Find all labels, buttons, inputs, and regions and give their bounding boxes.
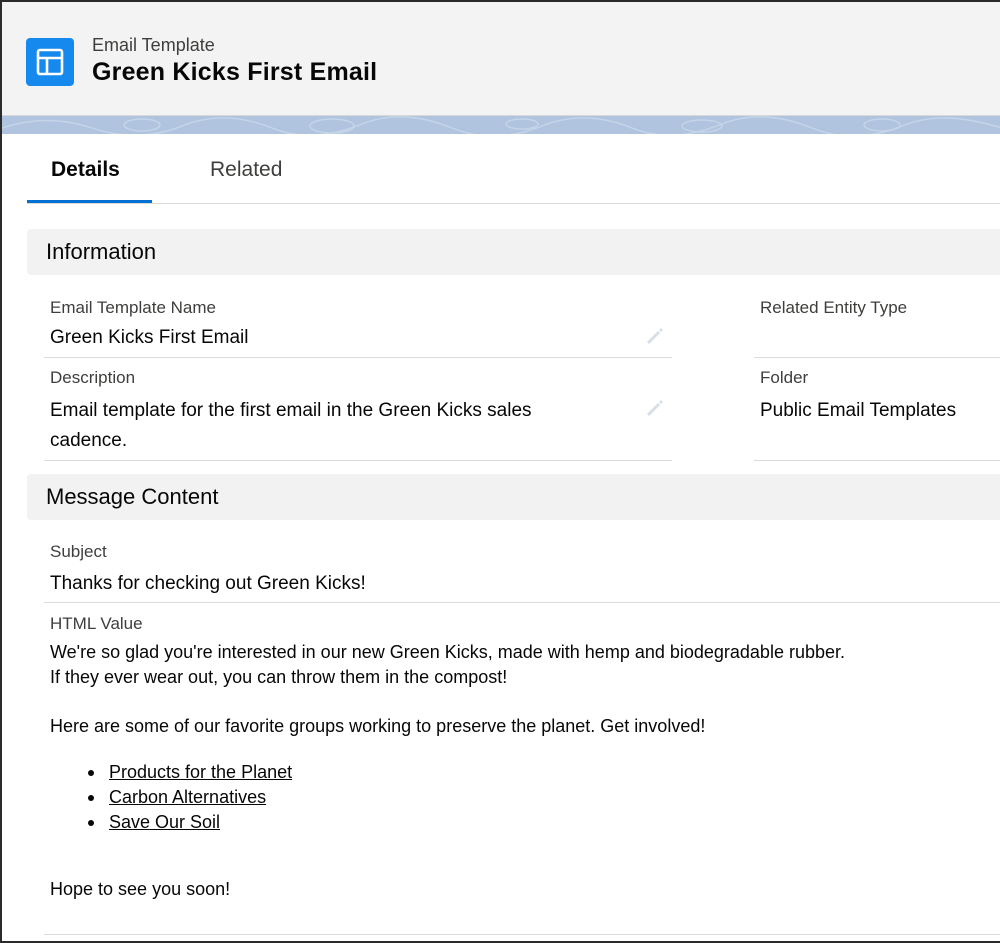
tab-details[interactable]: Details	[51, 158, 120, 182]
field-divider	[754, 460, 1000, 461]
list-item: Carbon Alternatives	[50, 785, 292, 810]
edit-description-pencil-icon[interactable]	[643, 397, 665, 419]
template-name-value: Green Kicks First Email	[50, 327, 249, 348]
field-divider	[44, 357, 672, 358]
organization-link-list: Products for the Planet Carbon Alternati…	[50, 760, 292, 835]
description-value-line-1: Email template for the first email in th…	[50, 400, 532, 421]
section-information-header[interactable]: Information	[27, 229, 1000, 275]
template-name-label: Email Template Name	[50, 298, 216, 317]
link-save-our-soil[interactable]: Save Our Soil	[109, 812, 220, 832]
html-value-label: HTML Value	[50, 614, 143, 633]
object-type-label: Email Template	[92, 35, 215, 55]
related-entity-type-label: Related Entity Type	[760, 298, 908, 317]
field-divider	[44, 602, 1000, 603]
header-decorative-band	[2, 116, 1000, 134]
html-paragraph-1-line-2: If they ever wear out, you can throw the…	[50, 667, 508, 687]
active-tab-indicator	[27, 200, 152, 203]
record-detail-card: Details Related Information Email Templa…	[2, 134, 1000, 941]
section-message-content-header[interactable]: Message Content	[27, 474, 1000, 520]
field-divider	[44, 934, 1000, 935]
description-label: Description	[50, 368, 136, 387]
edit-template-name-pencil-icon[interactable]	[643, 325, 665, 347]
tab-related[interactable]: Related	[210, 158, 282, 182]
template-layout-icon	[26, 38, 74, 86]
list-item: Products for the Planet	[50, 760, 292, 785]
html-paragraph-2: Here are some of our favorite groups wor…	[50, 716, 706, 736]
html-paragraph-1-line-1: We're so glad you're interested in our n…	[50, 642, 845, 662]
field-divider	[44, 460, 672, 461]
link-products-for-the-planet[interactable]: Products for the Planet	[109, 762, 292, 782]
description-value-line-2: cadence.	[50, 430, 128, 451]
record-title: Green Kicks First Email	[92, 58, 378, 86]
folder-label: Folder	[760, 368, 809, 387]
html-closing: Hope to see you soon!	[50, 879, 231, 899]
record-header: Email Template Green Kicks First Email	[2, 2, 1000, 116]
link-carbon-alternatives[interactable]: Carbon Alternatives	[109, 787, 266, 807]
subject-value: Thanks for checking out Green Kicks!	[50, 573, 366, 594]
record-page: Email Template Green Kicks First Email D…	[0, 0, 1000, 943]
folder-value: Public Email Templates	[760, 400, 957, 421]
subject-label: Subject	[50, 542, 107, 561]
list-item: Save Our Soil	[50, 810, 292, 835]
record-tabs: Details Related	[27, 134, 1000, 204]
field-divider	[754, 357, 1000, 358]
